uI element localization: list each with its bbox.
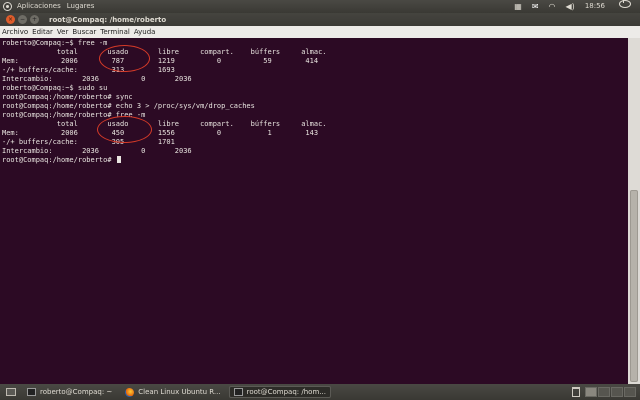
menu-buscar[interactable]: Buscar bbox=[70, 26, 98, 38]
window-titlebar[interactable]: × − + root@Compaq: /home/roberto bbox=[0, 13, 640, 26]
terminal-line: -/+ buffers/cache: 313 1693 bbox=[2, 66, 175, 74]
firefox-icon bbox=[125, 387, 135, 397]
terminal-line: roberto@Compaq:~$ free -m bbox=[2, 39, 108, 47]
workspace-3[interactable] bbox=[611, 387, 623, 397]
terminal-line: Mem: 2006 450 1556 0 1 143 bbox=[2, 129, 319, 137]
window-title: root@Compaq: /home/roberto bbox=[49, 15, 167, 24]
menubar: Archivo Editar Ver Buscar Terminal Ayuda bbox=[0, 26, 640, 38]
annotation-circle bbox=[97, 116, 152, 143]
menu-editar[interactable]: Editar bbox=[30, 26, 55, 38]
taskbar-item-terminal-root[interactable]: root@Compaq: /hom... bbox=[228, 386, 331, 398]
power-icon[interactable] bbox=[610, 0, 640, 13]
ubuntu-logo-icon[interactable] bbox=[3, 2, 12, 11]
terminal-scrollbar[interactable] bbox=[628, 38, 640, 384]
scrollbar-thumb[interactable] bbox=[630, 190, 638, 382]
terminal-output[interactable]: roberto@Compaq:~$ free -m total usado li… bbox=[0, 38, 628, 384]
mail-icon[interactable]: ✉ bbox=[527, 0, 544, 13]
menu-ayuda[interactable]: Ayuda bbox=[132, 26, 158, 38]
workspace-4[interactable] bbox=[624, 387, 636, 397]
trash-icon[interactable] bbox=[572, 387, 580, 397]
menu-ver[interactable]: Ver bbox=[55, 26, 70, 38]
show-desktop-icon[interactable] bbox=[6, 388, 16, 396]
terminal-line: -/+ buffers/cache: 305 1701 bbox=[2, 138, 175, 146]
menu-lugares[interactable]: Lugares bbox=[64, 0, 98, 13]
terminal-prompt: root@Compaq:/home/roberto# bbox=[2, 156, 116, 164]
workspace-2[interactable] bbox=[598, 387, 610, 397]
network-icon[interactable]: ◠ bbox=[544, 0, 561, 13]
terminal-line: root@Compaq:/home/roberto# echo 3 > /pro… bbox=[2, 102, 255, 110]
minimize-window-button[interactable]: − bbox=[18, 15, 27, 24]
taskbar-item-label: Clean Linux Ubuntu R... bbox=[138, 388, 221, 396]
terminal-cursor bbox=[116, 156, 121, 163]
workspace-1[interactable] bbox=[585, 387, 597, 397]
workspace-switcher bbox=[584, 387, 636, 397]
menu-aplicaciones[interactable]: Aplicaciones bbox=[14, 0, 64, 13]
menu-archivo[interactable]: Archivo bbox=[0, 26, 30, 38]
terminal-icon bbox=[27, 388, 36, 396]
terminal-line: total usado libre compart. búffers almac… bbox=[2, 120, 327, 128]
close-window-button[interactable]: × bbox=[6, 15, 15, 24]
terminal-prompt-line: root@Compaq:/home/roberto# bbox=[2, 156, 121, 165]
system-tray: ▦ ✉ ◠ ◀) 18:56 bbox=[509, 0, 640, 13]
menu-terminal[interactable]: Terminal bbox=[98, 26, 132, 38]
terminal-line: Mem: 2006 787 1219 0 59 414 bbox=[2, 57, 319, 65]
terminal-line: Intercambio: 2036 0 2036 bbox=[2, 75, 192, 83]
annotation-circle bbox=[99, 45, 150, 72]
terminal-icon bbox=[233, 388, 243, 396]
maximize-window-button[interactable]: + bbox=[30, 15, 39, 24]
terminal-line: total usado libre compart. búffers almac… bbox=[2, 48, 327, 56]
terminal-line: roberto@Compaq:~$ sudo su bbox=[2, 84, 108, 92]
top-panel: Aplicaciones Lugares ▦ ✉ ◠ ◀) 18:56 bbox=[0, 0, 640, 13]
volume-icon[interactable]: ◀) bbox=[561, 0, 580, 13]
keyboard-icon[interactable]: ▦ bbox=[509, 0, 527, 13]
bottom-taskbar: roberto@Compaq: ~ Clean Linux Ubuntu R..… bbox=[0, 384, 640, 400]
terminal-line: Intercambio: 2036 0 2036 bbox=[2, 147, 192, 155]
taskbar-item-firefox[interactable]: Clean Linux Ubuntu R... bbox=[120, 386, 225, 398]
clock[interactable]: 18:56 bbox=[580, 0, 610, 13]
taskbar-item-label: roberto@Compaq: ~ bbox=[40, 388, 113, 396]
terminal-line: root@Compaq:/home/roberto# sync bbox=[2, 93, 133, 101]
taskbar-item-terminal-home[interactable]: roberto@Compaq: ~ bbox=[22, 386, 117, 398]
taskbar-item-label: root@Compaq: /hom... bbox=[246, 388, 326, 396]
